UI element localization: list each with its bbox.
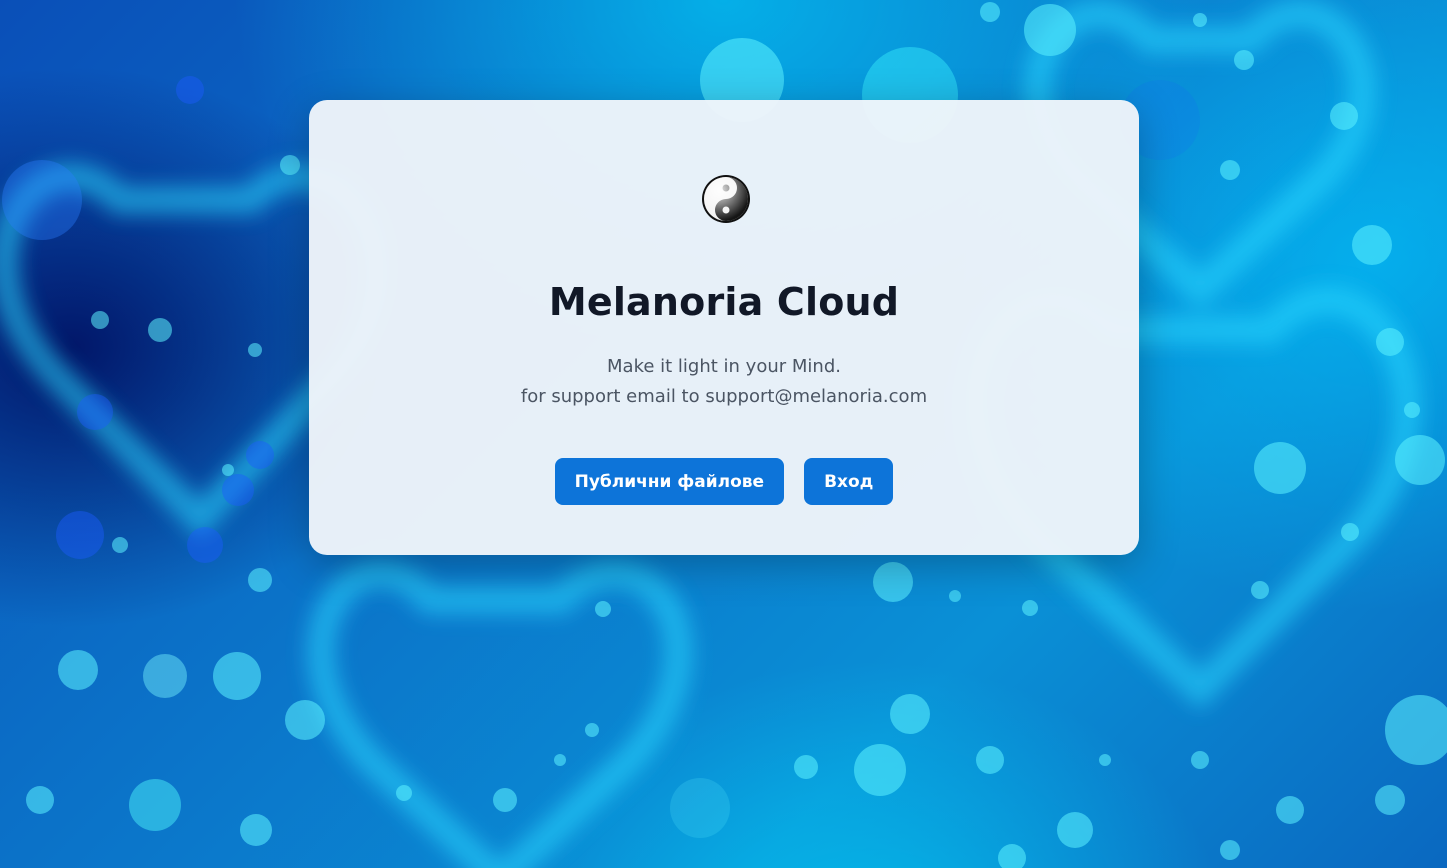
welcome-card: Melanoria Cloud Make it light in your Mi… (309, 100, 1139, 555)
yin-yang-icon (701, 174, 751, 224)
page-title: Melanoria Cloud (548, 280, 900, 324)
subtitle: Make it light in your Mind. for support … (309, 352, 1139, 412)
action-buttons: Публични файлове Вход (309, 458, 1139, 505)
public-files-button[interactable]: Публични файлове (554, 458, 785, 505)
tagline-text: Make it light in your Mind. (607, 356, 841, 377)
support-text: for support email to support@melanoria.c… (520, 386, 928, 407)
login-button[interactable]: Вход (804, 458, 894, 505)
